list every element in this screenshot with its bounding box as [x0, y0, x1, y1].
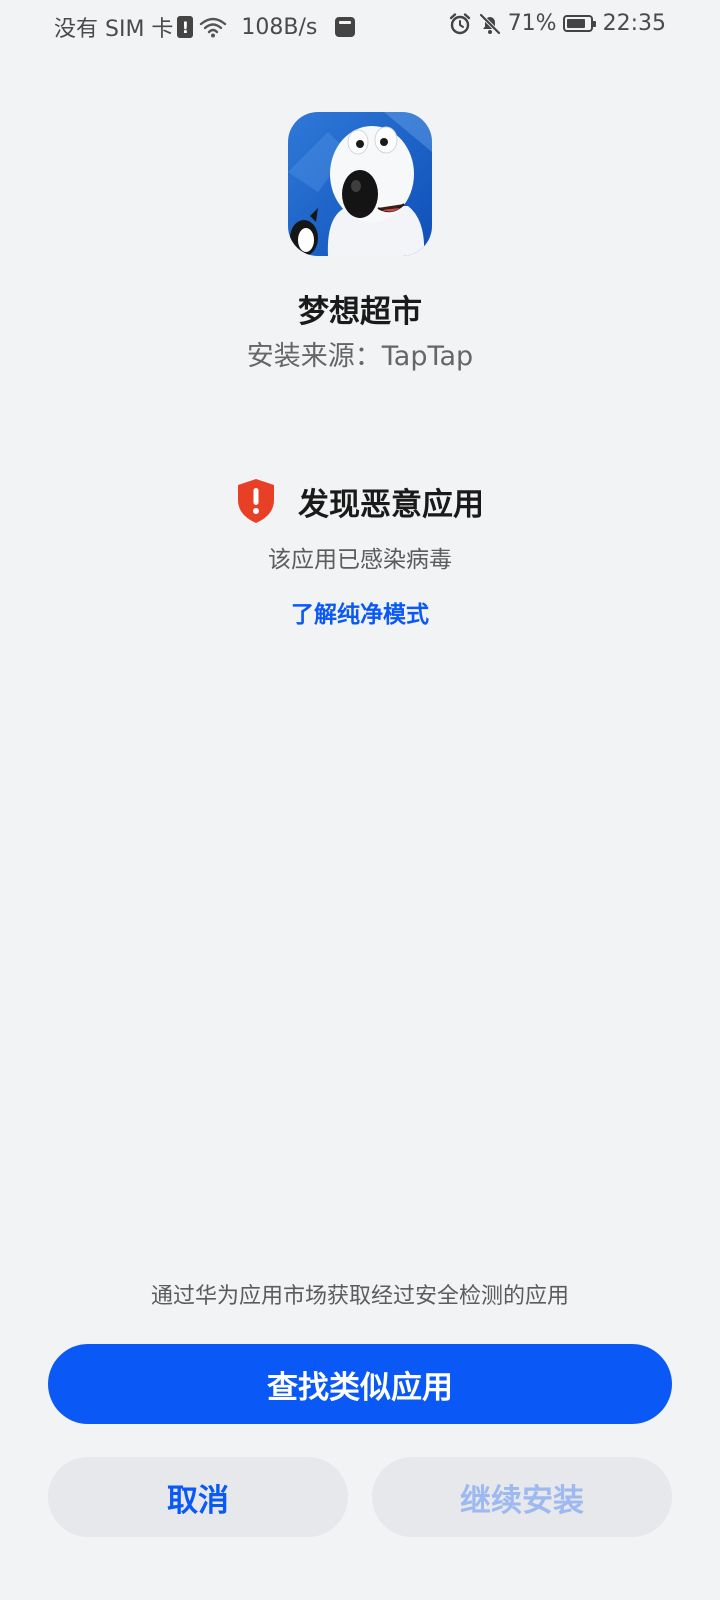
continue-install-button[interactable]: 继续安装	[372, 1457, 672, 1537]
sim-alert-icon: !	[177, 16, 194, 38]
network-speed: 108B/s	[241, 14, 318, 40]
app-gallery-hint: 通过华为应用市场获取经过安全检测的应用	[150, 1284, 569, 1309]
app-name: 梦想超市	[298, 294, 422, 330]
battery-icon	[562, 15, 596, 32]
bell-off-icon	[478, 12, 502, 36]
wifi-icon	[199, 16, 227, 38]
status-bar-left: 没有 SIM 卡 ! 108B/s	[54, 11, 356, 43]
warning-description: 该应用已感染病毒	[268, 547, 452, 573]
status-bar-right: 71% 22:35	[448, 11, 666, 36]
shield-alert-icon	[236, 478, 276, 524]
find-similar-apps-button[interactable]: 查找类似应用	[48, 1344, 672, 1424]
huawei-icon	[335, 17, 356, 37]
cancel-button[interactable]: 取消	[48, 1457, 348, 1537]
warning-title: 发现恶意应用	[298, 486, 484, 523]
install-source: 安装来源：TapTap	[246, 341, 474, 372]
status-bar: 没有 SIM 卡 ! 108B/s 71% 22:35	[0, 0, 720, 52]
polar-bear-app-icon	[288, 112, 432, 256]
alarm-icon	[448, 12, 472, 36]
warning-header: 发现恶意应用	[0, 478, 720, 524]
learn-pure-mode-link[interactable]: 了解纯净模式	[0, 595, 720, 629]
battery-percentage: 71%	[507, 11, 557, 36]
sim-status: 没有 SIM 卡	[54, 17, 174, 42]
clock: 22:35	[602, 11, 666, 36]
